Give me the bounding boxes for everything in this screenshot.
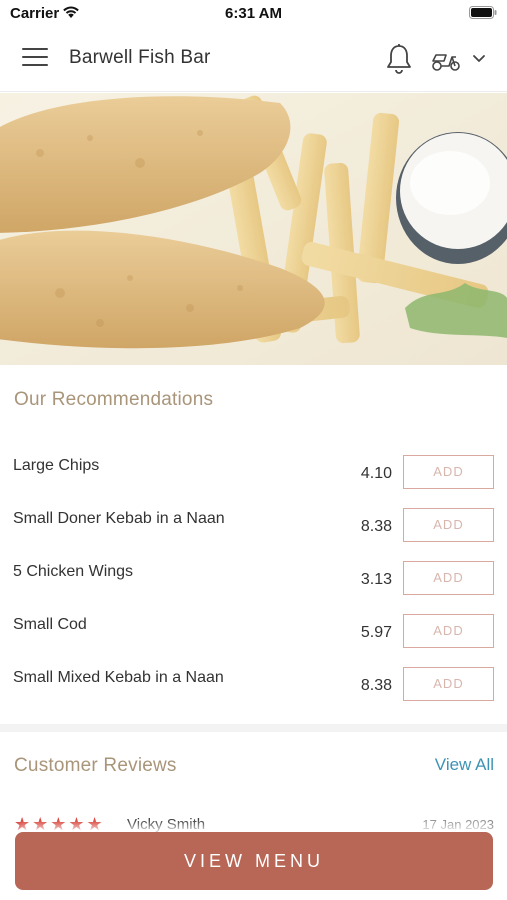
- fish-and-chips-image: [0, 93, 507, 365]
- reviews-title: Customer Reviews: [14, 755, 177, 776]
- view-all-link[interactable]: View All: [435, 755, 494, 775]
- item-name: 5 Chicken Wings: [13, 563, 134, 580]
- item-price: 4.10: [360, 465, 392, 482]
- scooter-icon[interactable]: [430, 47, 462, 73]
- menu-icon[interactable]: [22, 48, 48, 70]
- item-name: Small Cod: [13, 616, 87, 633]
- add-button[interactable]: ADD: [403, 455, 494, 489]
- item-name: Large Chips: [13, 457, 100, 474]
- list-item: Large Chips 4.10 ADD: [0, 455, 507, 508]
- chevron-down-icon[interactable]: [472, 54, 486, 64]
- add-button[interactable]: ADD: [403, 614, 494, 648]
- section-divider: [0, 724, 507, 732]
- recommendations-title: Our Recommendations: [14, 389, 214, 410]
- reviewer-name: Vicky Smith: [127, 816, 206, 832]
- item-price: 8.38: [360, 677, 392, 694]
- item-price: 3.13: [360, 571, 392, 588]
- status-bar: Carrier 6:31 AM: [0, 0, 507, 28]
- item-price: 8.38: [360, 518, 392, 535]
- item-name: Small Mixed Kebab in a Naan: [13, 669, 224, 686]
- review-item: ★★★★★ Vicky Smith 17 Jan 2023: [0, 812, 507, 832]
- bell-icon[interactable]: [384, 43, 414, 75]
- status-time: 6:31 AM: [225, 5, 282, 22]
- nav-bar: Barwell Fish Bar: [0, 28, 507, 92]
- add-button[interactable]: ADD: [403, 508, 494, 542]
- list-item: Small Mixed Kebab in a Naan 8.38 ADD: [0, 667, 507, 720]
- add-button[interactable]: ADD: [403, 667, 494, 701]
- view-menu-button[interactable]: VIEW MENU: [15, 832, 493, 890]
- star-rating: ★★★★★: [14, 814, 105, 832]
- hero-image: [0, 93, 507, 365]
- list-item: Small Doner Kebab in a Naan 8.38 ADD: [0, 508, 507, 561]
- page-title: Barwell Fish Bar: [69, 47, 211, 68]
- battery-icon: [469, 6, 497, 19]
- review-date: 17 Jan 2023: [422, 817, 494, 832]
- list-item: 5 Chicken Wings 3.13 ADD: [0, 561, 507, 614]
- item-price: 5.97: [360, 624, 392, 641]
- add-button[interactable]: ADD: [403, 561, 494, 595]
- list-item: Small Cod 5.97 ADD: [0, 614, 507, 667]
- item-name: Small Doner Kebab in a Naan: [13, 510, 225, 527]
